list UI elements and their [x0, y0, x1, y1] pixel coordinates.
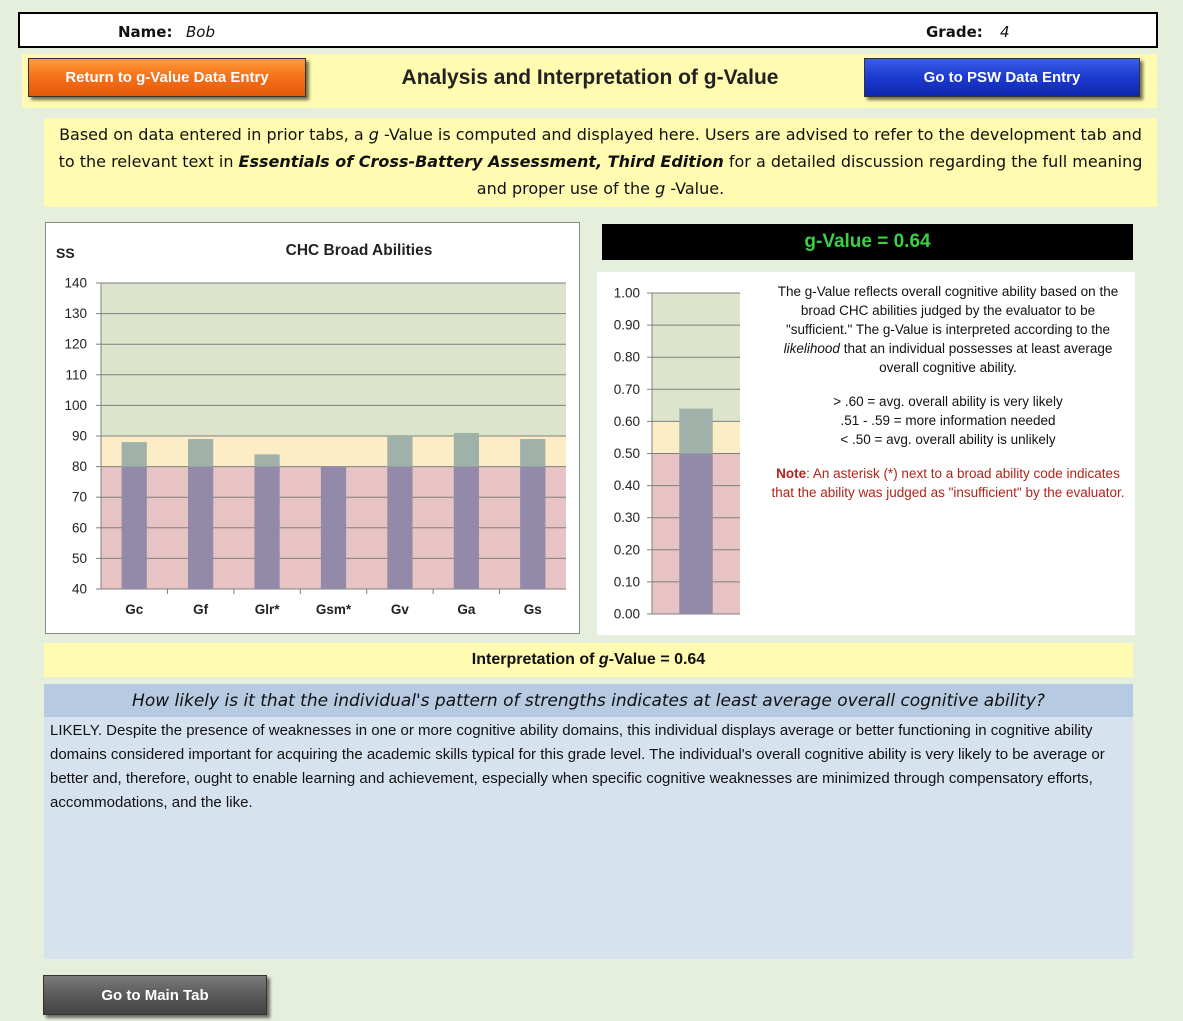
- bar-lower: [520, 466, 546, 589]
- x-category-label: Gv: [391, 602, 410, 617]
- bar-lower: [188, 466, 214, 589]
- y-tick-label: 0.10: [614, 574, 640, 589]
- intro-part1: Based on data entered in prior tabs, a: [59, 125, 369, 144]
- grade-value: 4: [1000, 23, 1010, 41]
- note-text: : An asterisk (*) next to a broad abilit…: [771, 466, 1125, 500]
- y-tick-label: 140: [64, 276, 87, 291]
- bar-lower: [121, 466, 147, 589]
- y-tick-label: 0.60: [614, 414, 640, 429]
- intro-part4: -Value.: [665, 179, 725, 198]
- grade-label: Grade:: [926, 23, 983, 41]
- interp-value: 0.64: [674, 651, 706, 668]
- y-tick-label: 0.70: [614, 382, 640, 397]
- x-category-label: Glr*: [255, 602, 281, 617]
- return-to-gvalue-entry-button[interactable]: Return to g-Value Data Entry: [28, 58, 306, 97]
- interpretation-bar: Interpretation of g -Value = 0.64: [44, 643, 1133, 677]
- gvalue-desc-1: The g-Value reflects overall cognitive a…: [777, 284, 1119, 337]
- band-1: [101, 436, 566, 467]
- intro-g-2: g: [655, 179, 666, 198]
- bar-upper: [121, 442, 147, 467]
- y-tick-label: 0.90: [614, 318, 640, 333]
- bar-upper: [520, 439, 546, 467]
- gvalue-note: Note: An asterisk (*) next to a broad ab…: [771, 464, 1125, 502]
- y-tick-label: 130: [64, 306, 87, 321]
- y-tick-label: 40: [72, 582, 87, 597]
- x-category-label: Gf: [193, 602, 209, 617]
- y-tick-label: 1.00: [614, 286, 640, 301]
- gvalue-explanation: The g-Value reflects overall cognitive a…: [771, 282, 1125, 377]
- y-tick-label: 60: [72, 520, 87, 535]
- interp-label-post: -Value =: [608, 651, 670, 668]
- note-label: Note: [776, 466, 807, 481]
- y-tick-label: 80: [72, 459, 87, 474]
- gvalue-rules: > .60 = avg. overall ability is very lik…: [771, 392, 1125, 449]
- x-category-label: Gsm*: [316, 602, 352, 617]
- interpretation-result: LIKELY. Despite the presence of weakness…: [44, 717, 1133, 959]
- gvalue-desc-likelihood: likelihood: [783, 341, 840, 356]
- x-category-label: Gc: [125, 602, 144, 617]
- bar-upper: [188, 439, 214, 467]
- y-tick-label: 120: [64, 337, 87, 352]
- y-tick-label: 100: [64, 398, 87, 413]
- go-to-psw-entry-button[interactable]: Go to PSW Data Entry: [864, 58, 1140, 97]
- intro-g: g: [368, 125, 379, 144]
- name-value: Bob: [186, 23, 215, 41]
- bar-lower: [387, 466, 413, 589]
- gvalue-description: The g-Value reflects overall cognitive a…: [771, 282, 1125, 502]
- bar-upper: [254, 454, 280, 467]
- y-tick-label: 0.40: [614, 478, 640, 493]
- interp-label-pre: Interpretation of: [471, 651, 595, 668]
- gvalue-chart-svg: 1.00 0.90 0.80 0.70 0.60 0.50 0.40 0.30 0.20 0.10…: [614, 286, 740, 622]
- band-2: [101, 283, 566, 436]
- gvalue-rule-more-info: .51 - .59 = more information needed: [840, 413, 1056, 428]
- interpretation-question: How likely is it that the individual's p…: [44, 684, 1133, 717]
- name-label: Name:: [118, 23, 173, 41]
- gvalue-desc-2: that an individual possesses at least av…: [839, 341, 1113, 375]
- chc-chart-svg: CHC Broad Abilities SS 140 130 120 110 100 90 80…: [56, 242, 566, 617]
- y-tick-label: 0.50: [614, 446, 640, 461]
- bar-lower: [679, 453, 713, 614]
- y-tick-label: 0.80: [614, 350, 640, 365]
- student-header: Name: Bob Grade: 4: [18, 12, 1158, 48]
- y-tick-label: 70: [72, 490, 87, 505]
- y-tick-label: 50: [72, 551, 87, 566]
- bar-upper: [679, 408, 713, 454]
- gvalue-rule-likely: > .60 = avg. overall ability is very lik…: [833, 394, 1063, 409]
- x-category-label: Gs: [524, 602, 542, 617]
- page-title: Analysis and Interpretation of g-Value: [401, 66, 779, 89]
- intro-book-title: Essentials of Cross-Battery Assessment, …: [238, 152, 724, 171]
- y-tick-label: 0.20: [614, 542, 640, 557]
- y-tick-label: 110: [65, 367, 87, 382]
- x-category-label: Ga: [457, 602, 476, 617]
- interp-label-g: g: [598, 651, 609, 668]
- y-axis-label: SS: [56, 245, 75, 261]
- bar-lower: [453, 466, 479, 589]
- bar-upper: [453, 432, 479, 467]
- gvalue-panel: 1.00 0.90 0.80 0.70 0.60 0.50 0.40 0.30 0.20 0.10…: [597, 272, 1135, 635]
- chart-title: CHC Broad Abilities: [286, 242, 433, 259]
- gvalue-header: g-Value = 0.64: [602, 224, 1133, 260]
- go-to-main-tab-button[interactable]: Go to Main Tab: [43, 975, 267, 1015]
- bar-lower: [320, 466, 347, 589]
- y-tick-label: 0.00: [614, 607, 640, 622]
- y-tick-label: 0.30: [614, 510, 640, 525]
- gvalue-rule-unlikely: < .50 = avg. overall ability is unlikely: [840, 432, 1056, 447]
- y-tick-label: 90: [72, 429, 87, 444]
- chc-broad-abilities-chart: CHC Broad Abilities SS 140 130 120 110 100 90 80…: [45, 222, 580, 634]
- bar-lower: [254, 466, 280, 589]
- bar-upper: [387, 436, 413, 467]
- intro-text: Based on data entered in prior tabs, a g…: [44, 118, 1157, 207]
